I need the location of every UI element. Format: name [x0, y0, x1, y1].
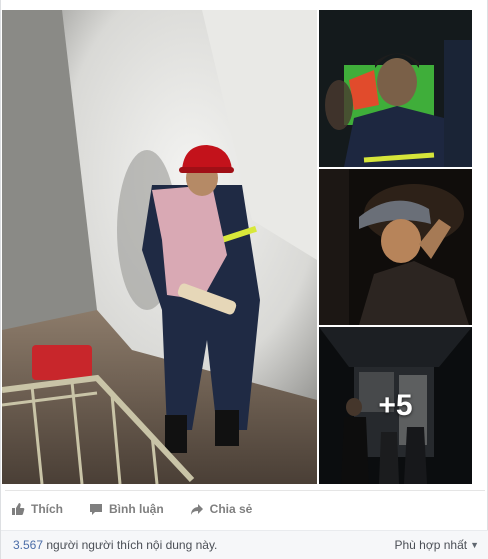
photo-main-image — [2, 10, 317, 484]
like-label: Thích — [31, 501, 63, 516]
photo-main[interactable] — [2, 10, 317, 484]
photo-firefighter-portrait-image — [319, 10, 472, 167]
likes-text: người người thích nội dung này. — [46, 538, 218, 552]
photo-firefighter-resting-image — [319, 169, 472, 325]
share-arrow-icon — [190, 502, 204, 516]
thumbs-up-icon — [11, 502, 25, 516]
likes-count[interactable]: 3.567 — [13, 538, 43, 552]
like-button[interactable]: Thích — [11, 502, 63, 516]
post-footer: 3.567 người người thích nội dung này. Ph… — [1, 530, 488, 559]
photo-firefighter-resting[interactable] — [319, 169, 472, 325]
comment-label: Bình luận — [109, 501, 164, 516]
more-photos-count[interactable]: +5 — [319, 327, 472, 484]
photo-corridor-more[interactable]: +5 — [319, 327, 472, 484]
photo-firefighter-portrait[interactable] — [319, 10, 472, 167]
post-card: +5 Thích Bình luận Chia sẻ 3.567 người n… — [0, 0, 488, 559]
comment-button[interactable]: Bình luận — [89, 502, 164, 516]
share-label: Chia sẻ — [209, 501, 253, 516]
sort-label: Phù hợp nhất — [394, 538, 468, 552]
comment-sort-dropdown[interactable]: Phù hợp nhất ▼ — [394, 538, 479, 552]
share-button[interactable]: Chia sẻ — [190, 501, 253, 516]
chevron-down-icon: ▼ — [470, 540, 479, 550]
likes-summary: 3.567 người người thích nội dung này. — [13, 538, 217, 552]
action-bar: Thích Bình luận Chia sẻ — [5, 490, 485, 526]
speech-bubble-icon — [89, 502, 103, 516]
